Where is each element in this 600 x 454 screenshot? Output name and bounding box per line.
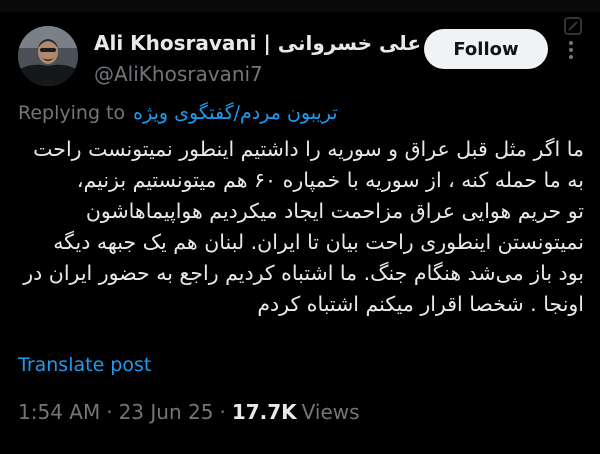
tweet-text-line: به ما حمله کنه ، از سوریه با خمپاره ۶۰ ه… bbox=[76, 168, 584, 192]
replying-to: Replying to تریبون مردم/گفتگوی ویژه bbox=[18, 102, 338, 124]
follow-button[interactable]: Follow bbox=[424, 29, 548, 69]
tweet-text-line: اونجا . شخصا اقرار میکنم اشتباه کردم bbox=[257, 292, 584, 316]
author-handle[interactable]: @AliKhosravani7 bbox=[94, 62, 447, 86]
tweet-text-line: ما اگر مثل قبل عراق و سوریه را داشتیم ای… bbox=[33, 137, 584, 161]
tweet-text: ما اگر مثل قبل عراق و سوریه را داشتیم ای… bbox=[14, 134, 584, 320]
views-count[interactable]: 17.7K bbox=[232, 400, 297, 424]
grok-icon[interactable] bbox=[563, 16, 583, 36]
translate-post-link[interactable]: Translate post bbox=[18, 354, 151, 376]
tweet-date[interactable]: 23 Jun 25 bbox=[119, 400, 214, 424]
tweet-text-line: بود باز می‌شد هنگام جنگ. ما اشتباه کردیم… bbox=[23, 261, 584, 285]
tweet-meta: 1:54 AM · 23 Jun 25 · 17.7K Views bbox=[18, 400, 360, 424]
avatar[interactable] bbox=[18, 26, 78, 86]
tweet-text-line: نمیتونستن اینطوری راحت بیان تا ایران. لب… bbox=[53, 230, 584, 254]
display-name[interactable]: Ali Khosravani | علی خسروانی bbox=[94, 31, 421, 55]
tweet-text-line: تو حریم هوایی عراق مزاحمت ایجاد میکردیم … bbox=[85, 199, 584, 223]
meta-separator: · bbox=[219, 400, 226, 424]
tweet-time[interactable]: 1:54 AM bbox=[18, 400, 100, 424]
top-bar bbox=[0, 0, 600, 12]
views-label: Views bbox=[301, 400, 360, 424]
more-options-icon[interactable] bbox=[562, 38, 580, 62]
avatar-image bbox=[18, 26, 78, 86]
author-block: Ali Khosravani | علی خسروانی @AliKhosrav… bbox=[94, 30, 447, 86]
meta-separator: · bbox=[106, 400, 113, 424]
replying-to-label: Replying to bbox=[18, 102, 126, 124]
display-name-row: Ali Khosravani | علی خسروانی bbox=[94, 30, 447, 56]
replying-to-link[interactable]: تریبون مردم/گفتگوی ویژه bbox=[133, 102, 337, 124]
